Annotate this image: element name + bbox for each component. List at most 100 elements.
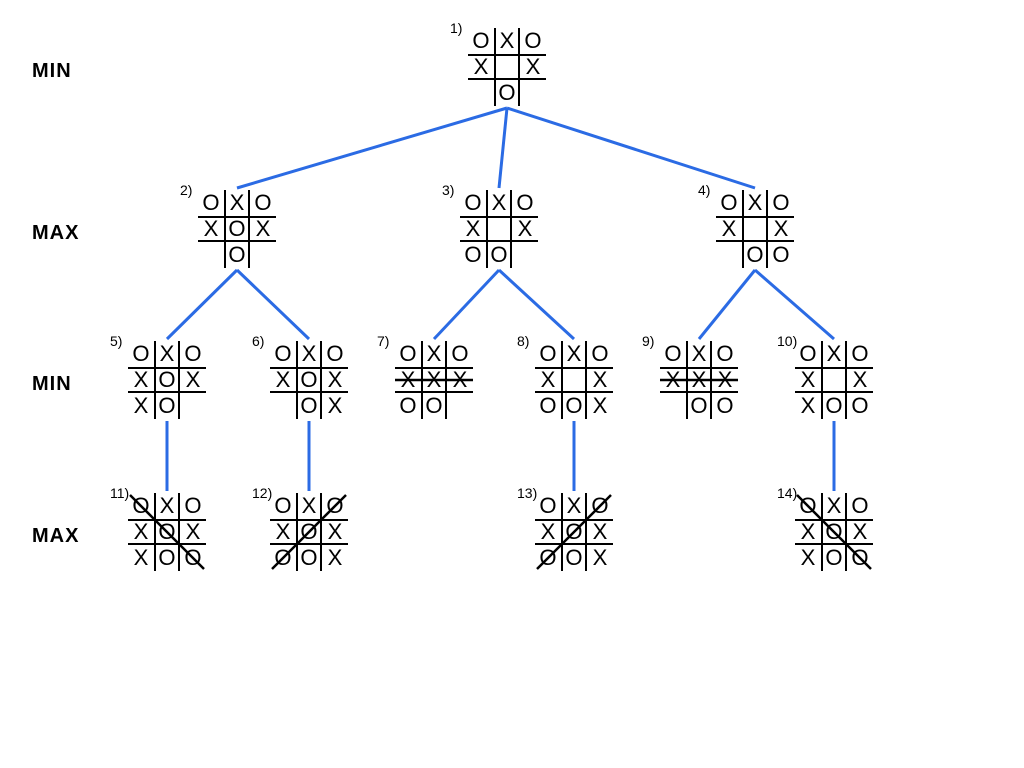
board-cell: O [847, 393, 873, 419]
board-cell [520, 80, 546, 106]
tictactoe-board: OXOXOXXO [128, 341, 206, 419]
node-index-label: 11) [110, 485, 129, 501]
tictactoe-board: OXOXOXO [198, 190, 276, 268]
tictactoe-board: OXOXOXOOX [535, 493, 613, 571]
node-index-label: 8) [517, 333, 529, 349]
board-cell: O [296, 519, 322, 545]
game-node-5: 5)OXOXOXXO [128, 341, 206, 419]
board-cell: O [512, 190, 538, 216]
level-label-max-3: MAX [32, 525, 79, 548]
tictactoe-board: OXOXXXOO [660, 341, 738, 419]
board-cell: X [520, 54, 546, 80]
board-cell: X [660, 367, 686, 393]
board-cell: O [847, 493, 873, 519]
board-cell: X [795, 519, 821, 545]
board-cell: O [821, 545, 847, 571]
board-cell: X [587, 393, 613, 419]
board-cell: O [460, 242, 486, 268]
tictactoe-board: OXOXOXOOX [270, 493, 348, 571]
board-cell: X [421, 341, 447, 367]
board-cell: O [270, 341, 296, 367]
board-cell: X [154, 341, 180, 367]
board-cell: X [587, 545, 613, 571]
game-node-9: 9)OXOXXXOO [660, 341, 738, 419]
board-cell: X [322, 545, 348, 571]
board-cell: X [742, 190, 768, 216]
board-cell: O [270, 493, 296, 519]
game-node-6: 6)OXOXOXOX [270, 341, 348, 419]
board-cell [447, 393, 473, 419]
board-cell [198, 242, 224, 268]
tree-edge [499, 108, 507, 188]
board-cell: O [561, 519, 587, 545]
board-cell: X [395, 367, 421, 393]
board-cell: O [535, 493, 561, 519]
board-cell: O [686, 393, 712, 419]
board-cell: X [486, 190, 512, 216]
board-cell: X [296, 341, 322, 367]
tictactoe-board: OXOXOXXOO [128, 493, 206, 571]
node-index-label: 1) [450, 20, 462, 36]
board-cell [250, 242, 276, 268]
game-node-8: 8)OXOXXOOX [535, 341, 613, 419]
node-index-label: 6) [252, 333, 264, 349]
board-cell [716, 242, 742, 268]
board-cell: X [686, 341, 712, 367]
board-cell: O [494, 80, 520, 106]
board-cell: X [198, 216, 224, 242]
board-cell: O [716, 190, 742, 216]
node-index-label: 3) [442, 182, 454, 198]
board-cell: O [154, 367, 180, 393]
board-cell [561, 367, 587, 393]
board-cell: X [512, 216, 538, 242]
tictactoe-board: OXOXXOO [460, 190, 538, 268]
board-cell [821, 367, 847, 393]
board-cell: O [296, 367, 322, 393]
board-cell: X [224, 190, 250, 216]
board-cell: X [250, 216, 276, 242]
board-cell: O [587, 493, 613, 519]
board-cell: X [180, 519, 206, 545]
board-cell: O [180, 341, 206, 367]
tictactoe-board: OXOXXOO [716, 190, 794, 268]
game-node-10: 10)OXOXXXOO [795, 341, 873, 419]
board-cell: O [795, 341, 821, 367]
game-node-11: 11)OXOXOXXOO [128, 493, 206, 571]
board-cell: O [447, 341, 473, 367]
board-cell [512, 242, 538, 268]
level-label-max-1: MAX [32, 222, 79, 245]
board-cell: O [821, 393, 847, 419]
board-cell: O [742, 242, 768, 268]
node-index-label: 9) [642, 333, 654, 349]
board-cell: O [154, 519, 180, 545]
board-cell: O [535, 341, 561, 367]
game-node-2: 2)OXOXOXO [198, 190, 276, 268]
tictactoe-board: OXOXXOOX [535, 341, 613, 419]
board-cell: O [587, 341, 613, 367]
board-cell: X [587, 519, 613, 545]
board-cell: X [154, 493, 180, 519]
board-cell: O [768, 190, 794, 216]
board-cell: X [795, 545, 821, 571]
board-cell: X [535, 367, 561, 393]
board-cell: O [847, 341, 873, 367]
board-cell: X [716, 216, 742, 242]
board-cell: O [795, 493, 821, 519]
board-cell: O [712, 341, 738, 367]
board-cell: X [128, 545, 154, 571]
node-index-label: 2) [180, 182, 192, 198]
tictactoe-board: OXOXOXOX [270, 341, 348, 419]
board-cell: X [535, 519, 561, 545]
board-cell: O [561, 545, 587, 571]
board-cell: X [561, 493, 587, 519]
board-cell: O [421, 393, 447, 419]
level-label-min-0: MIN [32, 60, 72, 83]
board-cell: O [768, 242, 794, 268]
board-cell: X [768, 216, 794, 242]
board-cell: O [712, 393, 738, 419]
board-cell: X [494, 28, 520, 54]
tree-edge [167, 270, 237, 339]
tree-edge [237, 108, 507, 188]
board-cell: O [520, 28, 546, 54]
board-cell [270, 393, 296, 419]
